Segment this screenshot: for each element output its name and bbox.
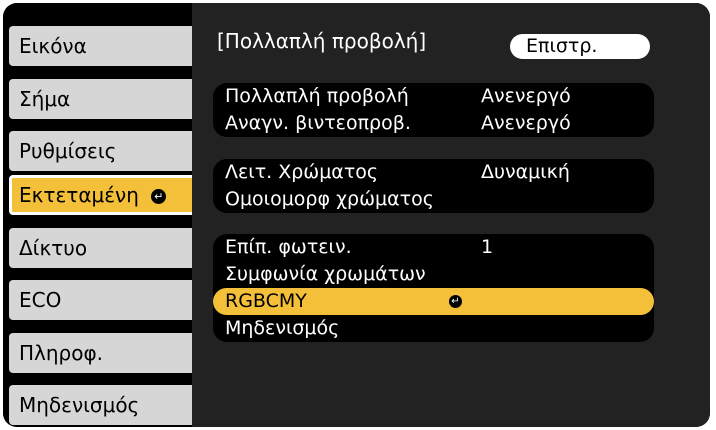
setting-label: Επίπ. φωτειν. — [225, 236, 352, 258]
setting-row-color-uniformity[interactable]: Ομοιομορφ χρώματος — [213, 186, 654, 213]
back-button[interactable]: Επιστρ. — [510, 34, 650, 59]
sidebar-item-label: Πληροφ. — [19, 341, 104, 365]
setting-row-reset[interactable]: Μηδενισμός — [213, 315, 654, 342]
setting-label: Συμφωνία χρωμάτων — [225, 263, 426, 285]
enter-icon: ↵ — [449, 288, 462, 315]
settings-group-brightness: Επίπ. φωτειν. 1 Συμφωνία χρωμάτων RGBCMY… — [213, 234, 654, 342]
sidebar-item-label: Μηδενισμός — [19, 393, 140, 417]
setting-row-brightness-level[interactable]: Επίπ. φωτειν. 1 — [213, 234, 654, 261]
setting-label: Λειτ. Χρώματος — [225, 161, 379, 183]
setting-label: Μηδενισμός — [225, 317, 340, 339]
setting-value: Ανενεργό — [481, 85, 571, 107]
sidebar-item-label: Δίκτυο — [19, 236, 88, 260]
setting-value: 1 — [481, 236, 494, 258]
sidebar-item-info[interactable]: Πληροφ. — [9, 333, 196, 373]
setting-row-color-matching[interactable]: Συμφωνία χρωμάτων — [213, 261, 654, 288]
settings-group-multi-projection: Πολλαπλή προβολή Ανενεργό Αναγν. βιντεοπ… — [213, 83, 654, 137]
sidebar-item-label: Εκτεταμένη — [19, 183, 139, 207]
settings-group-color: Λειτ. Χρώματος Δυναμική Ομοιομορφ χρώματ… — [213, 159, 654, 213]
setting-label: Ομοιομορφ χρώματος — [225, 188, 434, 210]
submenu-title: [Πολλαπλή προβολή] — [217, 29, 427, 53]
enter-icon: ↵ — [151, 189, 167, 204]
sidebar-item-label: Σήμα — [19, 87, 71, 111]
main-menu-sidebar: Εικόνα Σήμα Ρυθμίσεις Εκτεταμένη ↵ Δίκτυ… — [3, 3, 201, 427]
sidebar-item-eco[interactable]: ECO — [9, 280, 196, 320]
sidebar-item-signal[interactable]: Σήμα — [9, 79, 196, 119]
sidebar-item-label: ECO — [19, 288, 62, 312]
sidebar-item-label: Ρυθμίσεις — [19, 139, 117, 163]
sidebar-item-settings[interactable]: Ρυθμίσεις — [9, 131, 196, 171]
setting-row-color-mode[interactable]: Λειτ. Χρώματος Δυναμική — [213, 159, 654, 186]
sidebar-item-network[interactable]: Δίκτυο — [9, 228, 196, 268]
setting-row-rgbcmy[interactable]: RGBCMY ↵ — [213, 288, 654, 315]
projector-osd-menu: Εικόνα Σήμα Ρυθμίσεις Εκτεταμένη ↵ Δίκτυ… — [3, 3, 710, 427]
submenu-panel: [Πολλαπλή προβολή] Επιστρ. Πολλαπλή προβ… — [192, 3, 710, 427]
setting-label: Πολλαπλή προβολή — [225, 85, 409, 107]
sidebar-item-image[interactable]: Εικόνα — [9, 26, 196, 66]
setting-row-projector-id[interactable]: Αναγν. βιντεοπροβ. Ανενεργό — [213, 110, 654, 137]
sidebar-item-reset[interactable]: Μηδενισμός — [9, 385, 196, 425]
setting-row-multi-projection[interactable]: Πολλαπλή προβολή Ανενεργό — [213, 83, 654, 110]
setting-value: Ανενεργό — [481, 112, 571, 134]
sidebar-item-extended[interactable]: Εκτεταμένη ↵ — [9, 175, 196, 215]
setting-value: Δυναμική — [481, 161, 570, 183]
sidebar-item-label: Εικόνα — [19, 34, 87, 58]
setting-label: RGBCMY — [225, 290, 307, 312]
setting-label: Αναγν. βιντεοπροβ. — [225, 112, 411, 134]
